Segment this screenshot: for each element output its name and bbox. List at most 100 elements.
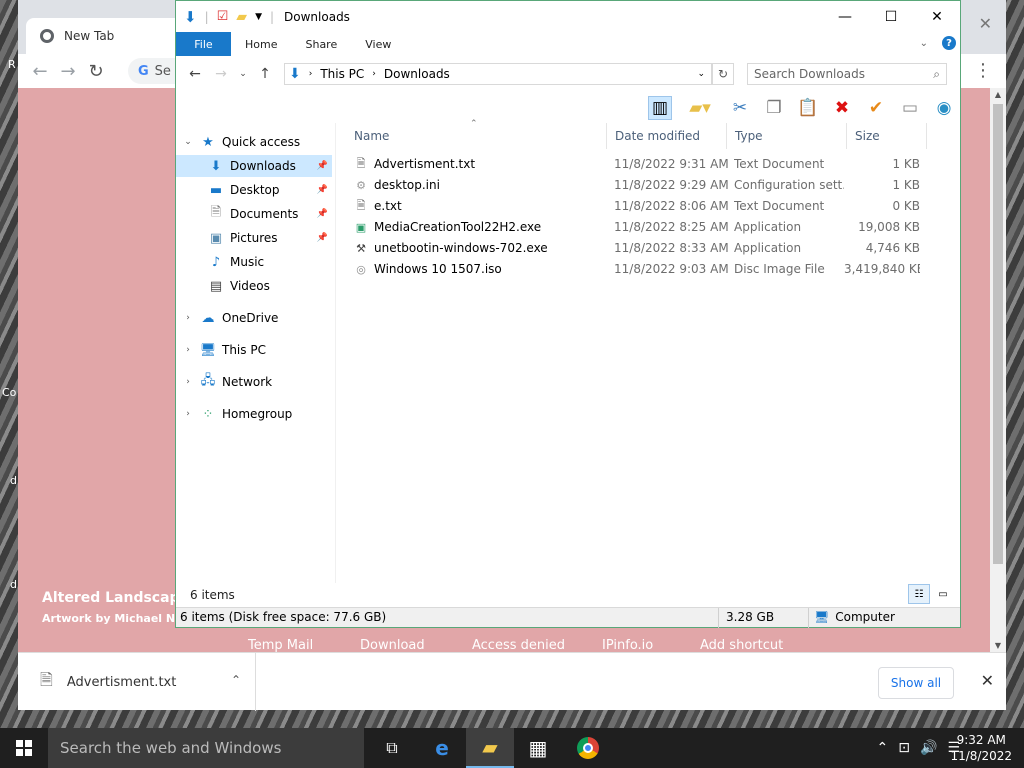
pin-icon[interactable]: 📌 xyxy=(317,185,328,195)
maximize-button[interactable]: ☐ xyxy=(868,1,914,32)
store-icon[interactable]: ▦ xyxy=(514,728,562,768)
edge-browser-icon[interactable]: e xyxy=(418,728,466,768)
show-all-button[interactable]: Show all xyxy=(878,667,954,699)
reload-icon[interactable]: ↻ xyxy=(82,61,110,82)
close-icon[interactable]: ✕ xyxy=(981,671,994,690)
file-row[interactable]: ⚒ unetbootin-windows-702.exe 11/8/2022 8:… xyxy=(354,238,944,259)
expand-ribbon-icon[interactable]: ⌄ xyxy=(920,38,928,49)
background-art-credit[interactable]: Artwork by Michael Nam xyxy=(42,612,194,625)
sidebar-item-documents[interactable]: 🗎 Documents 📌 xyxy=(176,203,332,225)
chevron-down-icon[interactable]: ▼ xyxy=(255,12,262,22)
search-input[interactable]: Search Downloads ⌕ xyxy=(747,63,947,85)
file-row[interactable]: 🗎 e.txt 11/8/2022 8:06 AM Text Document 0… xyxy=(354,196,944,217)
checkmark-icon[interactable]: ✔ xyxy=(864,96,888,120)
chrome-menu-icon[interactable]: ⋮ xyxy=(974,60,992,81)
volume-icon[interactable]: 🔊 xyxy=(920,740,937,756)
tab-home[interactable]: Home xyxy=(231,32,291,56)
tab-view[interactable]: View xyxy=(351,32,405,56)
large-icons-view-icon[interactable]: ▭ xyxy=(932,584,954,604)
new-folder-menu-icon[interactable]: ▰▾ xyxy=(682,96,718,120)
start-button[interactable] xyxy=(0,728,48,768)
breadcrumb-downloads[interactable]: Downloads xyxy=(384,67,450,81)
up-arrow-icon[interactable]: ↑ xyxy=(252,66,278,82)
file-row[interactable]: 🗎 Advertisment.txt 11/8/2022 9:31 AM Text… xyxy=(354,154,944,175)
file-row[interactable]: ◎ Windows 10 1507.iso 11/8/2022 9:03 AM D… xyxy=(354,259,944,280)
sidebar-item-music[interactable]: ♪ Music xyxy=(176,251,332,273)
chevron-right-icon[interactable]: › xyxy=(182,377,194,387)
column-header-name[interactable]: Name ⌃ xyxy=(346,119,607,149)
close-button[interactable]: ✕ xyxy=(914,1,960,32)
recent-locations-icon[interactable]: ⌄ xyxy=(234,69,252,79)
pane-splitter[interactable] xyxy=(335,123,336,583)
add-shortcut-button[interactable]: Add shortcut xyxy=(700,638,812,653)
cut-icon[interactable]: ✂ xyxy=(728,96,752,120)
breadcrumb-this-pc[interactable]: This PC xyxy=(320,67,364,81)
sidebar-item-desktop[interactable]: ▬ Desktop 📌 xyxy=(176,179,332,201)
sidebar-item-pictures[interactable]: ▣ Pictures 📌 xyxy=(176,227,332,249)
delete-icon[interactable]: ✖ xyxy=(830,96,854,120)
explorer-titlebar[interactable]: ⬇ | ☑ ▰ ▼ | Downloads — ☐ ✕ xyxy=(176,1,960,32)
tab-share[interactable]: Share xyxy=(291,32,351,56)
chevron-right-icon[interactable]: › xyxy=(182,313,194,323)
pin-icon[interactable]: 📌 xyxy=(317,161,328,171)
page-scrollbar[interactable]: ▲ ▼ xyxy=(990,88,1006,652)
download-item[interactable]: 🗎 Advertisment.txt ⌃ xyxy=(18,653,256,711)
scroll-up-icon[interactable]: ▲ xyxy=(990,90,1006,99)
column-header-size[interactable]: Size xyxy=(847,123,927,149)
close-icon[interactable]: ✕ xyxy=(979,14,992,33)
file-row[interactable]: ⚙ desktop.ini 11/8/2022 9:29 AM Configura… xyxy=(354,175,944,196)
background-art-title[interactable]: Altered Landscape xyxy=(42,590,189,606)
chrome-icon[interactable] xyxy=(564,728,612,768)
file-explorer-icon[interactable]: ▰ xyxy=(466,728,514,768)
help-icon[interactable]: ? xyxy=(942,36,956,50)
sidebar-item-this-pc[interactable]: › 🖥 This PC xyxy=(176,339,332,361)
expand-icon[interactable]: ⌄ xyxy=(182,137,194,147)
pin-icon[interactable]: 📌 xyxy=(317,209,328,219)
shortcut-temp-mail[interactable]: Temp Mail xyxy=(248,638,360,653)
properties-icon[interactable]: ☑ xyxy=(217,9,229,24)
address-bar[interactable]: ⬇ › This PC › Downloads ⌄ xyxy=(284,63,712,85)
network-tray-icon[interactable]: ⊡ xyxy=(898,740,910,756)
minimize-button[interactable]: — xyxy=(822,1,868,32)
installer-icon: ▣ xyxy=(355,220,367,234)
shortcut-download[interactable]: Download xyxy=(360,638,472,653)
scroll-thumb[interactable] xyxy=(993,104,1003,564)
forward-arrow-icon[interactable]: → xyxy=(54,61,82,82)
chevron-up-icon[interactable]: ⌃ xyxy=(231,673,241,687)
sidebar-item-downloads[interactable]: ⬇ Downloads 📌 xyxy=(176,155,332,177)
refresh-icon[interactable]: ↻ xyxy=(712,63,734,85)
tab-file[interactable]: File xyxy=(176,32,231,56)
pin-icon[interactable]: 📌 xyxy=(317,233,328,243)
sidebar-item-onedrive[interactable]: › ☁ OneDrive xyxy=(176,307,332,329)
navigation-pane-icon[interactable]: ▥ xyxy=(648,96,672,120)
back-arrow-icon[interactable]: ← xyxy=(182,66,208,82)
file-row[interactable]: ▣ MediaCreationTool22H2.exe 11/8/2022 8:2… xyxy=(354,217,944,238)
sidebar-item-quick-access[interactable]: ⌄ ★ Quick access xyxy=(176,131,332,153)
scroll-down-icon[interactable]: ▼ xyxy=(990,641,1006,650)
status-location-label: Computer xyxy=(835,610,895,624)
chevron-right-icon[interactable]: › xyxy=(182,345,194,355)
sidebar-item-network[interactable]: › 🖧 Network xyxy=(176,371,332,393)
windows-logo-icon xyxy=(16,740,32,756)
back-arrow-icon[interactable]: ← xyxy=(26,61,54,82)
chevron-up-icon[interactable]: ⌃ xyxy=(877,740,889,756)
network-globe-icon[interactable]: ◉ xyxy=(932,96,956,120)
chevron-down-icon[interactable]: ⌄ xyxy=(697,69,705,79)
paste-icon[interactable]: 📋 xyxy=(796,96,820,120)
column-header-date[interactable]: Date modified xyxy=(607,123,727,149)
sidebar-item-homegroup[interactable]: › ⁘ Homegroup xyxy=(176,403,332,425)
shortcut-access-denied[interactable]: Access denied xyxy=(472,638,602,653)
task-view-icon[interactable]: ⧉ xyxy=(368,728,416,768)
new-folder-icon[interactable]: ▰ xyxy=(236,9,247,25)
chevron-right-icon[interactable]: › xyxy=(182,409,194,419)
column-header-type[interactable]: Type xyxy=(727,123,847,149)
shortcut-ipinfo[interactable]: IPinfo.io xyxy=(602,638,700,653)
details-view-icon[interactable]: ☷ xyxy=(908,584,930,604)
sidebar-item-videos[interactable]: ▤ Videos xyxy=(176,275,332,297)
forward-arrow-icon[interactable]: → xyxy=(208,66,234,82)
rename-icon[interactable]: ▭ xyxy=(898,96,922,120)
file-type: Disc Image File xyxy=(734,262,825,276)
copy-icon[interactable]: ❐ xyxy=(762,96,786,120)
taskbar-clock[interactable]: 9:32 AM 11/8/2022 xyxy=(950,732,1012,764)
taskbar-search-input[interactable]: Search the web and Windows xyxy=(48,728,364,768)
